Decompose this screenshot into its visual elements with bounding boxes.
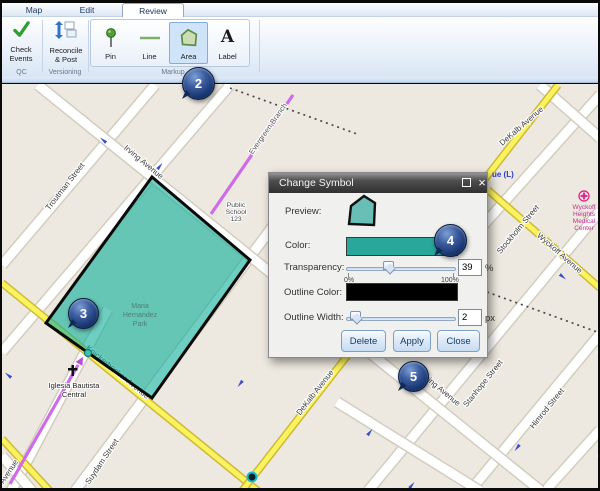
hospital-poi: Wyckoff Heights Medical Center xyxy=(573,191,596,232)
one-way-arrow-icon xyxy=(408,481,416,488)
poi-hospital-label: Center xyxy=(574,225,594,232)
tab-edit[interactable]: Edit xyxy=(68,3,106,17)
one-way-arrow-icon xyxy=(559,273,567,281)
transparency-value-input[interactable] xyxy=(458,259,482,276)
poi-school-label: 123 xyxy=(230,216,242,223)
label-a-icon: A xyxy=(221,23,234,52)
tab-review[interactable]: Review xyxy=(122,3,184,17)
line-label: Line xyxy=(142,52,156,61)
poi-hospital-label: Medical xyxy=(573,218,596,225)
pin-label: Pin xyxy=(105,52,116,61)
area-button[interactable]: Area xyxy=(169,22,208,64)
street-harman-line xyxy=(545,430,598,488)
transparency-label: Transparency: xyxy=(284,262,344,273)
group-versioning: Reconcile & Post Versioning xyxy=(43,17,87,77)
poi-school-label: School xyxy=(226,209,247,216)
markup-button-box: Pin Line Area A xyxy=(90,19,250,67)
poi-church-label: Iglesia Bautista xyxy=(49,381,101,390)
transparency-unit: % xyxy=(485,263,493,274)
street-line xyxy=(337,402,480,488)
ribbon: Map Edit Review Check Events QC xyxy=(2,3,598,84)
area-icon xyxy=(177,23,201,52)
group-label-markup: Markup xyxy=(88,69,258,76)
symbol-preview xyxy=(345,193,379,229)
check-icon xyxy=(12,20,31,44)
transparency-slider-track[interactable] xyxy=(346,267,456,271)
outline-width-slider-thumb[interactable] xyxy=(350,311,361,320)
group-label-qc: QC xyxy=(2,69,41,76)
park-label: Hernandez xyxy=(123,312,158,319)
dialog-title: Change Symbol xyxy=(279,177,354,189)
poi-hospital-label: Heights xyxy=(573,211,596,218)
one-way-arrow-icon xyxy=(236,380,244,388)
reconcile-post-button[interactable]: Reconcile & Post xyxy=(46,20,86,66)
poi-hospital-label: Wyckoff xyxy=(573,204,596,211)
ribbon-tab-bar: Map Edit Review xyxy=(2,3,598,17)
one-way-arrow-icon xyxy=(4,371,12,379)
group-label-versioning: Versioning xyxy=(43,69,87,76)
reconcile-post-icon xyxy=(54,20,78,45)
label-button[interactable]: A Label xyxy=(208,22,247,64)
street-himrod-line xyxy=(470,334,598,488)
park-label: Park xyxy=(133,321,148,328)
label-label: Label xyxy=(218,52,236,61)
close-button[interactable]: Close xyxy=(437,330,480,352)
change-symbol-dialog: Change Symbol × Preview: Color: Transpar… xyxy=(268,172,488,358)
intersection-marker-icon xyxy=(248,473,257,482)
app-window: Map Edit Review Check Events QC xyxy=(0,0,600,491)
street-label-dekalb: DeKalb Avenue xyxy=(295,368,336,417)
callout-badge-3: 3 xyxy=(68,298,99,329)
callout-badge-2: 2 xyxy=(182,67,215,100)
boundary-dotted-line xyxy=(230,88,357,134)
group-qc: Check Events QC xyxy=(2,17,41,77)
line-button[interactable]: Line xyxy=(130,22,169,64)
preview-label: Preview: xyxy=(285,206,321,217)
apply-button[interactable]: Apply xyxy=(393,330,431,352)
church-cross-icon xyxy=(68,368,78,371)
poi-school-label: Public xyxy=(227,202,246,209)
dialog-titlebar[interactable]: Change Symbol xyxy=(269,173,487,193)
street-label-suydam: Suydam Street xyxy=(83,437,120,487)
close-icon[interactable]: × xyxy=(476,174,488,192)
rail-label-evergreen: Evergreen Branch xyxy=(247,101,289,156)
outline-color-swatch[interactable] xyxy=(346,283,458,301)
outline-width-label: Outline Width: xyxy=(284,312,344,323)
color-label: Color: xyxy=(285,240,310,251)
outline-width-unit: px xyxy=(485,313,495,324)
tab-map[interactable]: Map xyxy=(14,3,54,17)
area-label: Area xyxy=(181,52,197,61)
group-separator xyxy=(259,20,260,72)
outline-color-label: Outline Color: xyxy=(284,287,342,298)
street-label-dekalb-2: DeKalb Avenue xyxy=(498,104,546,147)
group-markup: Pin Line Area A xyxy=(88,17,258,77)
ribbon-bottom-strip xyxy=(2,77,598,83)
check-events-button[interactable]: Check Events xyxy=(2,20,40,66)
maximize-icon[interactable] xyxy=(462,178,471,187)
hospital-icon xyxy=(581,195,588,197)
callout-badge-5: 5 xyxy=(398,361,429,392)
ribbon-body: Check Events QC Reconcile & Post xyxy=(2,17,598,77)
pin-button[interactable]: Pin xyxy=(91,22,130,64)
check-events-label: Check Events xyxy=(2,45,40,63)
park-label: Maria xyxy=(131,303,149,310)
line-icon xyxy=(138,23,162,52)
pin-icon xyxy=(101,23,121,52)
transparency-slider-thumb[interactable] xyxy=(383,261,394,270)
street-label-troutman: Troutman Street xyxy=(44,160,87,211)
vertex-handle-icon[interactable] xyxy=(85,350,92,357)
subway-station-label: ue (L) xyxy=(492,170,514,179)
reconcile-post-label: Reconcile & Post xyxy=(46,46,86,64)
outline-width-value-input[interactable] xyxy=(458,309,482,326)
callout-badge-4: 4 xyxy=(434,224,467,257)
delete-button[interactable]: Delete xyxy=(341,330,386,352)
poi-church-label: Central xyxy=(62,390,87,399)
